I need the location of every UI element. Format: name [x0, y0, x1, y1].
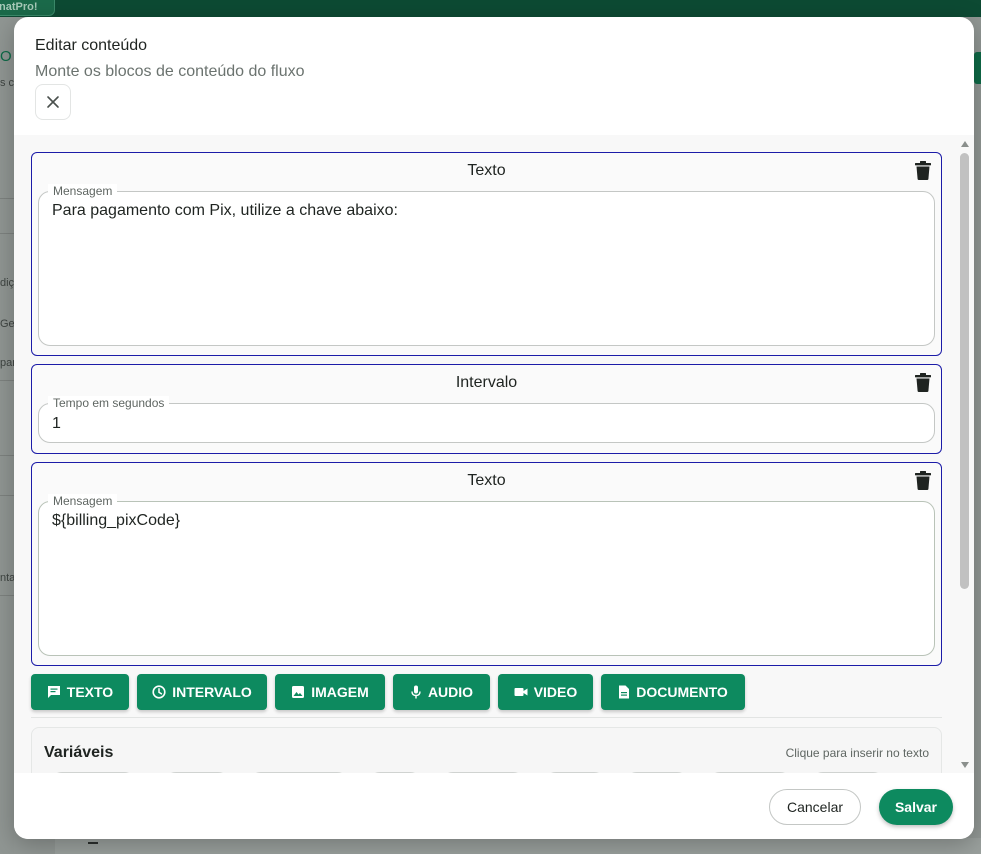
background-divider [0, 233, 14, 234]
field-label: Mensagem [48, 184, 118, 198]
edit-content-modal: Editar conteúdo Monte os blocos de conte… [14, 17, 974, 839]
content-block-text: Texto Mensagem Para pagamento com Pix, u… [31, 152, 942, 356]
message-field[interactable]: Mensagem Para pagamento com Pix, utilize… [38, 184, 935, 346]
trash-icon[interactable] [915, 161, 931, 180]
background-bottom-mark [88, 842, 98, 844]
add-interval-button[interactable]: INTERVALO [137, 674, 267, 710]
background-divider [0, 495, 14, 496]
variables-title: Variáveis [44, 744, 114, 761]
background-bottom-area [55, 838, 981, 854]
message-value[interactable]: ${billing_pixCode} [52, 512, 180, 530]
add-video-button[interactable]: VIDEO [498, 674, 593, 710]
background-divider [0, 380, 14, 381]
modal-subtitle: Monte os blocos de conteúdo do fluxo [35, 63, 305, 80]
close-icon [47, 96, 59, 108]
content-block-text: Texto Mensagem ${billing_pixCode} [31, 462, 942, 666]
section-divider [31, 717, 942, 718]
background-fragment: nta [0, 572, 14, 584]
background-topbar [0, 0, 981, 17]
content-block-interval: Intervalo Tempo em segundos 1 [31, 364, 942, 454]
background-fragment: diçã [0, 277, 14, 289]
add-document-label: DOCUMENTO [636, 684, 728, 700]
background-fragment: s co [0, 77, 14, 89]
block-title: Texto [467, 472, 506, 489]
scroll-down-icon[interactable] [961, 762, 969, 768]
block-title: Intervalo [455, 374, 518, 391]
background-fragment: Gel [0, 318, 14, 330]
field-label: Mensagem [48, 494, 118, 508]
background-fragment: pan [0, 357, 14, 369]
cancel-button[interactable]: Cancelar [769, 789, 861, 825]
seconds-field[interactable]: Tempo em segundos 1 [38, 396, 935, 443]
background-action-button [974, 52, 981, 84]
close-button[interactable] [35, 84, 71, 120]
scroll-up-icon[interactable] [961, 141, 969, 147]
background-fragment: O [0, 48, 12, 65]
variables-hint: Clique para inserir no texto [785, 746, 929, 760]
add-audio-label: AUDIO [427, 684, 474, 700]
message-field[interactable]: Mensagem ${billing_pixCode} [38, 494, 935, 656]
seconds-value[interactable]: 1 [52, 415, 61, 433]
document-icon [619, 685, 630, 699]
video-camera-icon [514, 688, 528, 696]
add-document-button[interactable]: DOCUMENTO [601, 674, 745, 710]
background-sidebar [0, 17, 14, 854]
chat-icon [47, 686, 60, 698]
add-interval-label: INTERVALO [172, 684, 252, 700]
trash-icon[interactable] [915, 471, 931, 490]
add-audio-button[interactable]: AUDIO [393, 674, 490, 710]
microphone-icon [411, 685, 421, 699]
add-image-button[interactable]: IMAGEM [275, 674, 385, 710]
trash-icon[interactable] [915, 373, 931, 392]
save-button[interactable]: Salvar [879, 789, 953, 825]
clock-icon [152, 685, 166, 699]
add-text-label: TEXTO [66, 684, 114, 700]
block-title: Texto [467, 162, 506, 179]
message-value[interactable]: Para pagamento com Pix, utilize a chave … [52, 202, 398, 220]
background-app-badge: natPro! [0, 0, 55, 16]
background-divider [0, 198, 14, 199]
field-label: Tempo em segundos [48, 396, 170, 410]
add-text-button[interactable]: TEXTO [31, 674, 129, 710]
add-image-label: IMAGEM [311, 684, 369, 700]
background-divider [0, 455, 14, 456]
image-icon [292, 686, 305, 698]
modal-title: Editar conteúdo [35, 37, 148, 54]
background-divider [0, 595, 14, 596]
add-video-label: VIDEO [533, 684, 578, 700]
scrollbar-thumb[interactable] [960, 153, 969, 589]
